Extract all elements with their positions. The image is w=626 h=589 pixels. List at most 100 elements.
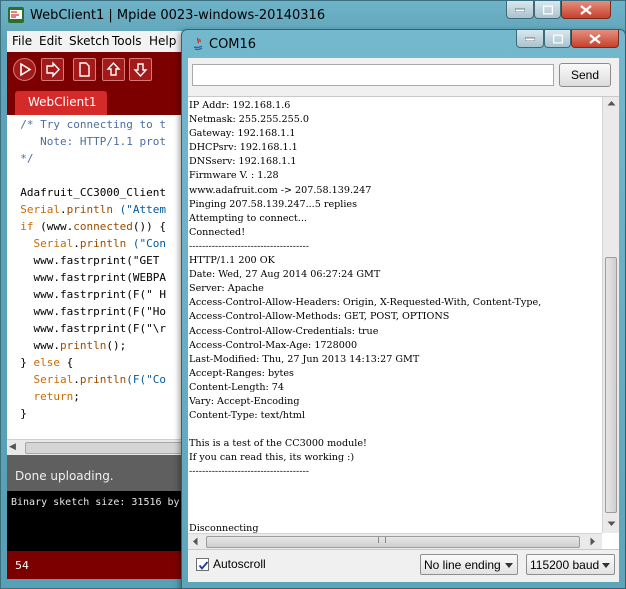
send-input[interactable]	[192, 64, 554, 86]
output-line: Vary: Accept-Encoding	[189, 395, 300, 407]
output-line: Access-Control-Allow-Credentials: true	[189, 325, 379, 337]
code-token: if	[20, 220, 34, 233]
scroll-down-icon	[607, 521, 616, 526]
maximize-button[interactable]	[544, 30, 571, 48]
code-line: Adafruit_CC3000_Client	[7, 186, 166, 203]
serial-monitor-window: COM16 Send IP Addr: 192.168.1.6 Netmask: …	[181, 29, 626, 589]
send-button[interactable]: Send	[559, 63, 611, 87]
new-file-icon	[79, 62, 90, 77]
code-line: return;	[7, 390, 80, 407]
menu-file[interactable]: File	[12, 34, 32, 48]
tab-webclient1[interactable]: WebClient1	[15, 91, 107, 115]
line-number: 54	[15, 559, 29, 572]
save-button[interactable]	[129, 58, 152, 81]
autoscroll-label[interactable]: Autoscroll	[213, 557, 266, 571]
code-token: */	[7, 152, 34, 165]
scrollbar-thumb[interactable]	[605, 257, 617, 513]
code-token: println	[79, 237, 127, 250]
code-token: println	[66, 203, 113, 216]
output-line: Connected!	[189, 226, 246, 238]
close-button[interactable]	[571, 30, 619, 48]
code-token: ();	[106, 339, 127, 352]
code-token: else	[33, 356, 61, 369]
code-token: println	[79, 373, 127, 386]
code-token: Note: HTTP/1.1 prot	[7, 135, 166, 148]
scrollbar-thumb[interactable]	[206, 536, 580, 548]
output-line: Attempting to connect...	[189, 212, 307, 224]
code-line: www.fastrprint(F("Ho	[7, 305, 166, 322]
maximize-button[interactable]	[534, 1, 561, 19]
output-line: IP Addr: 192.168.1.6	[189, 100, 291, 111]
code-line: www.fastrprint(F(" H	[7, 288, 166, 305]
scroll-left-icon[interactable]: ◀	[9, 442, 16, 452]
open-button[interactable]	[102, 58, 125, 81]
baud-rate-select[interactable]: 115200 baud	[526, 554, 615, 575]
menu-help[interactable]: Help	[149, 34, 176, 48]
code-token: return	[33, 390, 74, 403]
download-arrow-icon	[133, 63, 148, 78]
menu-sketch[interactable]: Sketch	[69, 34, 109, 48]
menu-edit[interactable]: Edit	[39, 34, 62, 48]
output-line: Content-Type: text/html	[189, 410, 305, 422]
ide-titlebar[interactable]: WebClient1 | Mpide 0023-windows-20140316	[1, 1, 626, 31]
code-token: www.fastrprint("GET	[7, 254, 166, 267]
code-token: Serial	[20, 203, 60, 216]
minimize-button[interactable]	[516, 30, 544, 48]
output-line: Firmware V. : 1.28	[189, 170, 279, 182]
stop-button[interactable]	[41, 58, 64, 81]
chevron-down-icon	[505, 563, 513, 568]
code-token: www.fastrprint(WEBPA	[7, 271, 166, 284]
maximize-icon	[552, 34, 563, 43]
new-button[interactable]	[73, 58, 96, 81]
code-line: www.fastrprint(WEBPA	[7, 271, 166, 288]
java-icon	[190, 36, 206, 52]
scrollbar-thumb[interactable]	[25, 442, 190, 454]
code-token: }	[7, 356, 34, 369]
minimize-button[interactable]	[506, 1, 534, 19]
scroll-right-icon	[590, 537, 595, 546]
code-token: println	[59, 339, 107, 352]
code-line: Serial.println ("Attem	[7, 203, 166, 220]
window-title: WebClient1 | Mpide 0023-windows-20140316	[30, 8, 326, 23]
baud-rate-value: 115200 baud	[530, 558, 600, 572]
code-token: .	[73, 373, 80, 386]
tab-label: WebClient1	[28, 95, 97, 109]
code-line: } else {	[7, 356, 73, 373]
line-ending-value: No line ending	[424, 558, 501, 572]
output-line: If you can read this, its working :)	[189, 452, 355, 464]
output-line: Netmask: 255.255.255.0	[189, 114, 309, 126]
window-title: COM16	[209, 37, 257, 52]
code-line: www.fastrprint(F("\r	[7, 322, 165, 339]
code-token: (www.	[33, 220, 74, 233]
output-line: Gateway: 192.168.1.1	[189, 128, 296, 140]
output-line: Accept-Ranges: bytes	[189, 367, 294, 379]
horizontal-scrollbar[interactable]	[188, 533, 602, 549]
code-token: .	[73, 237, 80, 250]
vertical-scrollbar[interactable]	[602, 97, 619, 533]
serial-titlebar[interactable]: COM16	[182, 30, 625, 58]
output-line: Date: Wed, 27 Aug 2014 06:27:24 GMT	[189, 269, 381, 281]
code-token: www.fastrprint(F("Ho	[7, 305, 166, 318]
autoscroll-checkbox[interactable]	[196, 558, 209, 571]
output-line: HTTP/1.1 200 OK	[189, 255, 275, 267]
output-line: DHCPsrv: 192.168.1.1	[189, 142, 298, 154]
code-line: }	[7, 407, 27, 424]
serial-output[interactable]: IP Addr: 192.168.1.6 Netmask: 255.255.255…	[188, 96, 619, 550]
menu-tools[interactable]: Tools	[112, 34, 142, 48]
close-button[interactable]	[561, 1, 611, 19]
output-line: This is a test of the CC3000 module!	[189, 438, 367, 450]
line-ending-select[interactable]: No line ending	[420, 554, 518, 575]
code-token: }	[7, 407, 27, 420]
serial-body: Send IP Addr: 192.168.1.6 Netmask: 255.25…	[188, 58, 619, 582]
code-token: www.fastrprint(F(" H	[7, 288, 166, 301]
code-line: /* Try connecting to t	[7, 118, 166, 135]
verify-button[interactable]	[13, 58, 36, 81]
code-token: (F("Co	[126, 373, 166, 386]
code-line: Serial.println(F("Co	[7, 373, 166, 390]
